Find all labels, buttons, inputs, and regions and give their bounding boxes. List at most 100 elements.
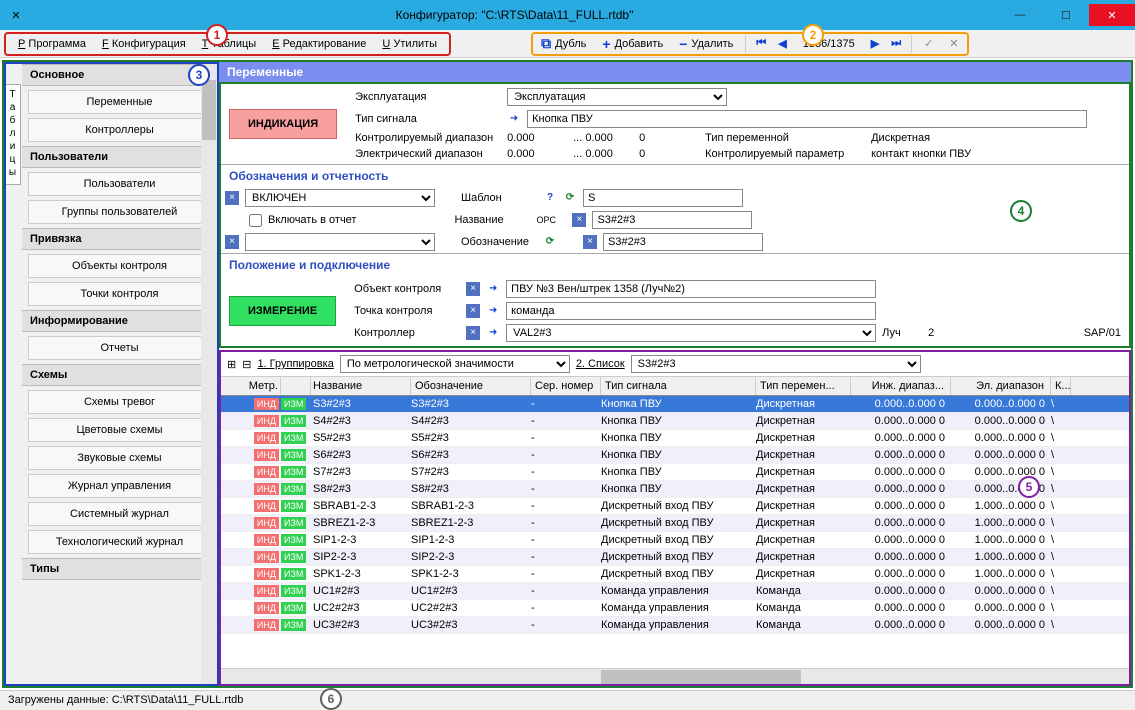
grid-hscrollbar[interactable] (221, 668, 1129, 684)
table-row[interactable]: ИНДИЗМS4#2#3S4#2#3-Кнопка ПВУДискретная0… (221, 413, 1129, 430)
field-point[interactable]: команда (506, 302, 876, 320)
menu-edit[interactable]: E Редактирование (264, 36, 374, 52)
minimize-button[interactable]: — (997, 4, 1043, 26)
menu-program[interactable]: Р Программа (10, 36, 94, 52)
nav-first-icon[interactable]: ⏮ (754, 37, 768, 50)
checkbox-include-report[interactable] (249, 214, 262, 227)
nav-prev-icon[interactable]: ◀ (776, 37, 788, 50)
sidebar-tab[interactable]: Таблицы (4, 84, 21, 185)
sidebar-item-control-log[interactable]: Журнал управления (28, 474, 211, 498)
section-designations: Обозначения и отчетность (221, 165, 1129, 187)
select-grouping[interactable]: По метрологической значимости (340, 355, 570, 373)
table-row[interactable]: ИНДИЗМUC1#2#3UC1#2#3-Команда управленияК… (221, 583, 1129, 600)
sidebar-group-types: Типы (22, 558, 217, 580)
del-button[interactable]: −Удалить (675, 34, 737, 54)
x-icon-3[interactable]: × (225, 235, 239, 249)
label-ctrl-range: Контролируемый диапазон (351, 132, 501, 144)
sidebar-item-color-schemes[interactable]: Цветовые схемы (28, 418, 211, 442)
label-var-type: Тип переменной (705, 132, 865, 144)
arrow-icon-3[interactable]: ➜ (486, 304, 500, 318)
table-row[interactable]: ИНДИЗМS8#2#3S8#2#3-Кнопка ПВУДискретная0… (221, 481, 1129, 498)
table-row[interactable]: ИНДИЗМSBREZ1-2-3SBREZ1-2-3-Дискретный вх… (221, 515, 1129, 532)
refresh-icon[interactable]: ⟳ (563, 191, 577, 205)
table-row[interactable]: ИНДИЗМSIP2-2-3SIP2-2-3-Дискретный вход П… (221, 549, 1129, 566)
select-exploitation[interactable]: Эксплуатация (507, 88, 727, 106)
table-row[interactable]: ИНДИЗМSPK1-2-3SPK1-2-3-Дискретный вход П… (221, 566, 1129, 583)
sidebar-item-points[interactable]: Точки контроля (28, 282, 211, 306)
nav-next-icon[interactable]: ▶ (869, 37, 881, 50)
sidebar-item-tech-log[interactable]: Технологический журнал (28, 530, 211, 554)
sidebar-item-variables[interactable]: Переменные (28, 90, 211, 114)
sidebar-scrollbar[interactable] (201, 64, 217, 684)
input-designation[interactable] (603, 233, 763, 251)
table-row[interactable]: ИНДИЗМUC3#2#3UC3#2#3-Команда управленияК… (221, 617, 1129, 634)
sidebar-item-sound-schemes[interactable]: Звуковые схемы (28, 446, 211, 470)
menu-config[interactable]: F Конфигурация (94, 36, 194, 52)
sidebar-item-users[interactable]: Пользователи (28, 172, 211, 196)
table-row[interactable]: ИНДИЗМSBRAB1-2-3SBRAB1-2-3-Дискретный вх… (221, 498, 1129, 515)
collapse-icon[interactable]: ⊟ (242, 358, 251, 371)
sidebar-item-groups[interactable]: Группы пользователей (28, 200, 211, 224)
dup-button[interactable]: ⧉Дубль (537, 33, 590, 54)
table-row[interactable]: ИНДИЗМS3#2#3S3#2#3-Кнопка ПВУДискретная0… (221, 396, 1129, 413)
close-button[interactable]: ✕ (1089, 4, 1135, 26)
field-object[interactable]: ПВУ №3 Вен/штрек 1358 (Луч№2) (506, 280, 876, 298)
table-row[interactable]: ИНДИЗМS7#2#3S7#2#3-Кнопка ПВУДискретная0… (221, 464, 1129, 481)
table-row[interactable]: ИНДИЗМS6#2#3S6#2#3-Кнопка ПВУДискретная0… (221, 447, 1129, 464)
sidebar-item-controllers[interactable]: Контроллеры (28, 118, 211, 142)
tree-icon[interactable]: ⊞ (227, 358, 236, 371)
sidebar-item-reports[interactable]: Отчеты (28, 336, 211, 360)
input-name[interactable] (592, 211, 752, 229)
add-button[interactable]: +Добавить (598, 34, 667, 54)
arrow-icon-2[interactable]: ➜ (486, 282, 500, 296)
x-icon[interactable]: × (225, 191, 239, 205)
sidebar-group-binding: Привязка (22, 228, 217, 250)
table-row[interactable]: ИНДИЗМUC2#2#3UC2#2#3-Команда управленияК… (221, 600, 1129, 617)
measurement-button[interactable]: ИЗМЕРЕНИЕ (229, 296, 336, 326)
arrow-icon-4[interactable]: ➜ (486, 326, 500, 340)
maximize-button[interactable]: ☐ (1043, 4, 1089, 26)
sidebar-item-system-log[interactable]: Системный журнал (28, 502, 211, 526)
grid-body[interactable]: ИНДИЗМS3#2#3S3#2#3-Кнопка ПВУДискретная0… (221, 396, 1129, 668)
annotation-2: 2 (802, 24, 824, 46)
indication-button[interactable]: ИНДИКАЦИЯ (229, 109, 337, 139)
cancel-icon[interactable]: ✕ (945, 37, 962, 50)
nav-last-icon[interactable]: ⏭ (889, 37, 903, 50)
x-icon-7[interactable]: × (466, 326, 480, 340)
status-bar: Загружены данные: C:\RTS\Data\11_FULL.rt… (0, 690, 1135, 710)
refresh-icon-2[interactable]: ⟳ (543, 235, 557, 249)
select-extra[interactable] (245, 233, 435, 251)
x-icon-6[interactable]: × (466, 304, 480, 318)
menu-utils[interactable]: U Утилиты (374, 36, 445, 52)
x-icon-4[interactable]: × (583, 235, 597, 249)
x-icon-2[interactable]: × (572, 213, 586, 227)
sidebar-group-users: Пользователи (22, 146, 217, 168)
sidebar: Таблицы Основное Переменные Контроллеры … (4, 62, 219, 686)
plus-icon: + (602, 36, 610, 52)
arrow-icon[interactable]: ➜ (507, 112, 521, 126)
input-template[interactable] (583, 189, 743, 207)
grid-header: Метр. Название Обозначение Сер. номер Ти… (221, 377, 1129, 396)
sidebar-group-schemes: Схемы (22, 364, 217, 386)
sidebar-item-alarm-schemes[interactable]: Схемы тревог (28, 390, 211, 414)
select-controller[interactable]: VAL2#3 (506, 324, 876, 342)
menu-tables[interactable]: T Таблицы (194, 36, 265, 52)
dup-icon: ⧉ (541, 35, 551, 52)
sidebar-group-inform: Информирование (22, 310, 217, 332)
select-list[interactable]: S3#2#3 (631, 355, 921, 373)
section-position: Положение и подключение (221, 254, 1129, 276)
table-row[interactable]: ИНДИЗМS5#2#3S5#2#3-Кнопка ПВУДискретная0… (221, 430, 1129, 447)
label-template: Шаблон (457, 192, 537, 204)
sidebar-item-objects[interactable]: Объекты контроля (28, 254, 211, 278)
label-grouping: 1. Группировка (257, 358, 333, 370)
table-row[interactable]: ИНДИЗМSIP1-2-3SIP1-2-3-Дискретный вход П… (221, 532, 1129, 549)
help-icon[interactable]: ? (543, 191, 557, 205)
titlebar: ✕ Конфигуратор: "C:\RTS\Data\11_FULL.rtd… (0, 0, 1135, 30)
select-enabled[interactable]: ВКЛЮЧЕН (245, 189, 435, 207)
field-signal-type[interactable]: Кнопка ПВУ (527, 110, 1087, 128)
panel-header: Переменные (219, 62, 1131, 82)
app-icon: ✕ (6, 9, 26, 22)
annotation-6: 6 (320, 688, 342, 710)
x-icon-5[interactable]: × (466, 282, 480, 296)
apply-icon[interactable]: ✓ (920, 37, 937, 50)
